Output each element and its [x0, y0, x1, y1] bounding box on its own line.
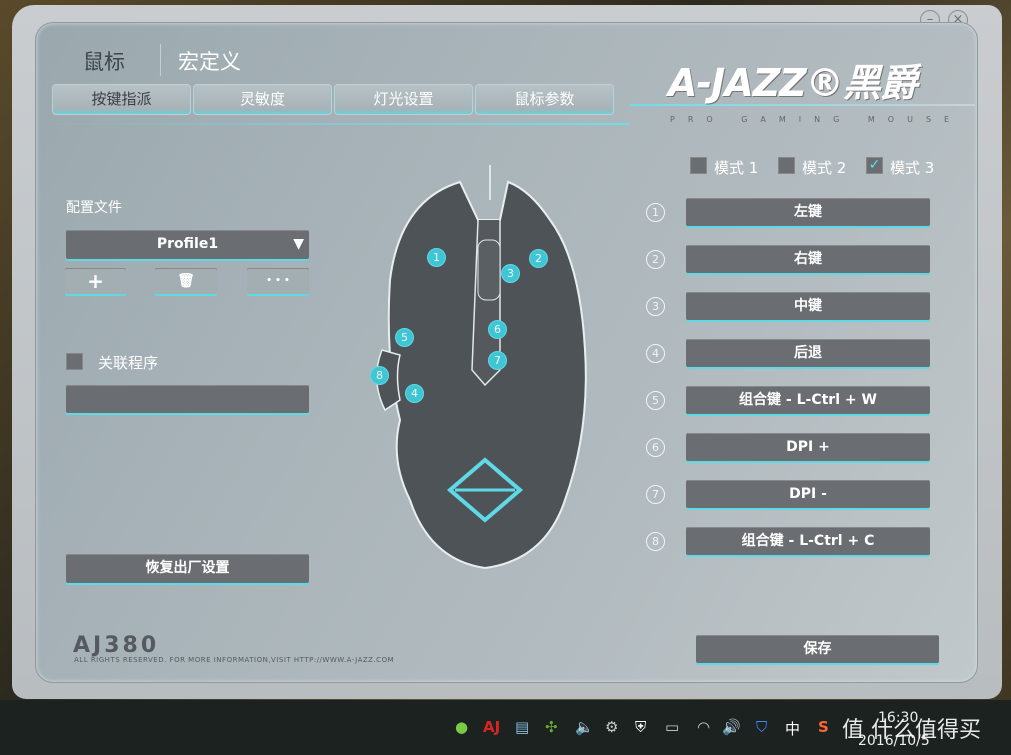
- mouse-marker-3: 3: [501, 264, 520, 283]
- button-number-7: 7: [646, 485, 665, 504]
- tab-mouse[interactable]: 鼠标: [83, 46, 125, 76]
- brand-logo: A-JAZZ®黑爵: [668, 61, 918, 105]
- mouse-marker-8: 8: [370, 366, 389, 385]
- link-program-label: 关联程序: [98, 354, 159, 372]
- tab-lighting[interactable]: 灯光设置: [334, 84, 473, 115]
- tab-key-assign[interactable]: 按键指派: [52, 84, 191, 115]
- mouse-marker-1: 1: [427, 248, 446, 267]
- button-number-2: 2: [646, 250, 665, 269]
- wifi-icon[interactable]: ◠: [697, 718, 710, 736]
- assign-button-5[interactable]: 组合键 - L-Ctrl + W: [686, 386, 930, 414]
- footer-rights: ALL RIGHTS RESERVED. FOR MORE INFORMATIO…: [74, 656, 395, 664]
- button-number-1: 1: [646, 203, 665, 222]
- profile-value: Profile1: [156, 236, 219, 252]
- brand-tagline: PRO GAMING MOUSE: [670, 115, 963, 124]
- ajazz-tray-icon[interactable]: AJ: [483, 718, 500, 736]
- profile-dropdown[interactable]: Profile1 ▼: [66, 230, 309, 259]
- mode1-label: 模式 1: [714, 159, 759, 177]
- divider: [160, 44, 161, 76]
- program-input[interactable]: [66, 385, 309, 413]
- sogou-icon[interactable]: S: [818, 718, 829, 736]
- tab-macro[interactable]: 宏定义: [178, 46, 241, 76]
- watermark: 值 什么值得买: [842, 718, 981, 743]
- assign-button-4[interactable]: 后退: [686, 339, 930, 367]
- model-logo: AJ380: [73, 633, 160, 658]
- defender-icon[interactable]: ⛨: [635, 718, 646, 736]
- mode3-checkbox[interactable]: ✓: [866, 157, 883, 174]
- mode3-label: 模式 3: [890, 159, 935, 177]
- mode2-label: 模式 2: [802, 159, 847, 177]
- assign-button-2[interactable]: 右键: [686, 245, 930, 273]
- assign-button-6[interactable]: DPI +: [686, 433, 930, 461]
- assign-button-7[interactable]: DPI -: [686, 480, 930, 508]
- tab-sensitivity[interactable]: 灵敏度: [193, 84, 332, 115]
- button-number-8: 8: [646, 532, 665, 551]
- button-number-5: 5: [646, 391, 665, 410]
- network-tool-icon[interactable]: ✣: [545, 718, 558, 736]
- mouse-diagram: [376, 165, 587, 570]
- trash-icon: 🗑: [177, 273, 195, 289]
- volume-icon[interactable]: 🔊: [722, 718, 741, 736]
- mouse-marker-6: 6: [488, 320, 507, 339]
- assign-button-8[interactable]: 组合键 - L-Ctrl + C: [686, 527, 930, 555]
- link-program-checkbox[interactable]: [66, 353, 83, 370]
- button-number-3: 3: [646, 297, 665, 316]
- delete-profile-button[interactable]: 🗑: [155, 268, 217, 294]
- wechat-icon[interactable]: ●: [455, 718, 468, 736]
- button-number-4: 4: [646, 344, 665, 363]
- assign-button-1[interactable]: 左键: [686, 198, 930, 226]
- accent-line: [40, 123, 630, 125]
- battery-icon[interactable]: ▭: [665, 718, 679, 736]
- notepad-icon[interactable]: ▤: [515, 718, 529, 736]
- mouse-marker-2: 2: [529, 249, 548, 268]
- speaker-app-icon[interactable]: 🔈: [575, 718, 594, 736]
- chevron-down-icon: ▼: [293, 236, 304, 252]
- mode1-checkbox[interactable]: [690, 157, 707, 174]
- button-number-6: 6: [646, 438, 665, 457]
- more-button[interactable]: • • •: [247, 268, 309, 294]
- settings-icon[interactable]: ⚙: [605, 718, 618, 736]
- shield-app-icon[interactable]: ⛉: [756, 718, 767, 736]
- tab-mouse-params[interactable]: 鼠标参数: [475, 84, 614, 115]
- ime-indicator[interactable]: 中: [785, 718, 800, 739]
- save-button[interactable]: 保存: [696, 635, 939, 663]
- mouse-marker-5: 5: [395, 328, 414, 347]
- add-profile-button[interactable]: +: [65, 268, 126, 294]
- mouse-marker-7: 7: [488, 351, 507, 370]
- mode2-checkbox[interactable]: [778, 157, 795, 174]
- mouse-marker-4: 4: [405, 384, 424, 403]
- restore-defaults-button[interactable]: 恢复出厂设置: [66, 554, 309, 583]
- assign-button-3[interactable]: 中键: [686, 292, 930, 320]
- profile-label: 配置文件: [66, 200, 122, 216]
